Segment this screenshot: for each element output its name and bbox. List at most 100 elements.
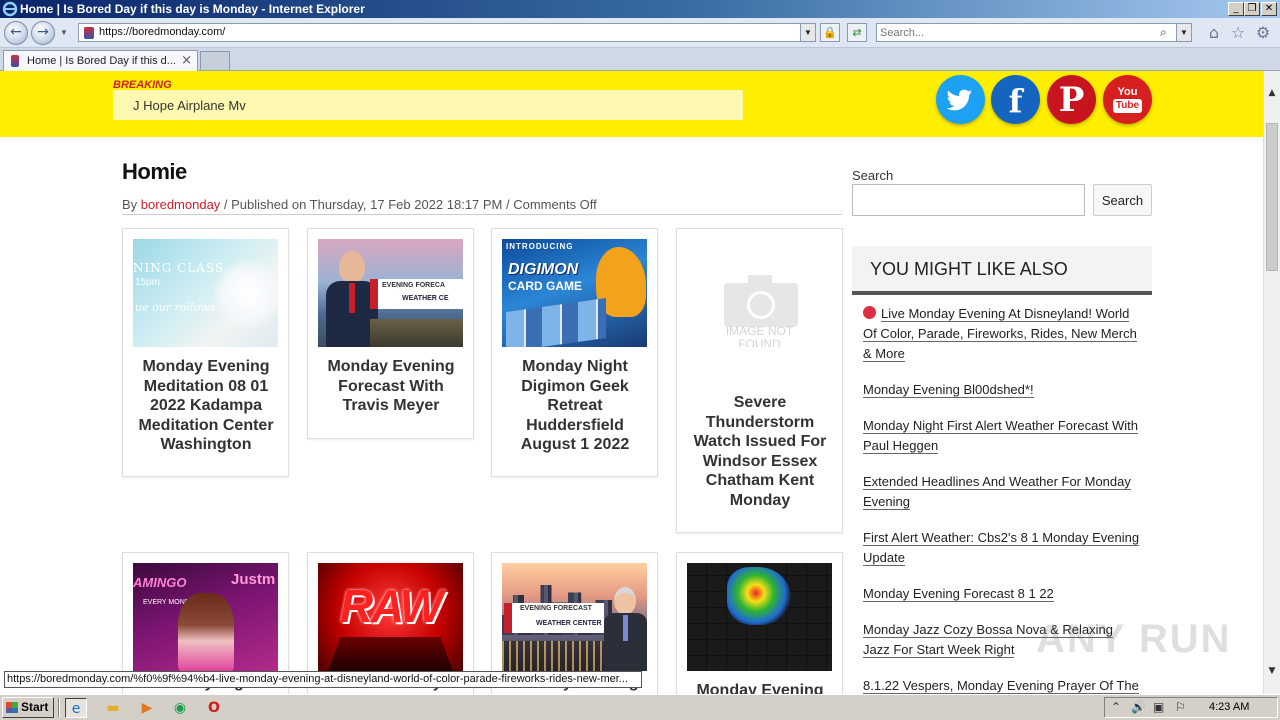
back-arrow-icon[interactable]: ←: [4, 21, 28, 45]
red-circle-icon: [863, 306, 876, 319]
related-link[interactable]: Monday Evening Forecast 8 1 22: [863, 584, 1143, 604]
scrollbar-thumb[interactable]: [1266, 123, 1278, 271]
card-packs-image: [506, 297, 606, 347]
post-card[interactable]: INTRODUCING DIGIMON CARD GAME Monday Nig…: [491, 228, 658, 477]
thumb-text: 15pm: [135, 277, 161, 288]
tab-active[interactable]: Home | Is Bored Day if this d... ×: [3, 50, 198, 71]
opera-icon[interactable]: O: [203, 698, 225, 718]
post-card-title[interactable]: Severe Thunderstorm Watch Issued For Win…: [685, 393, 835, 510]
taskbar-separator: [58, 698, 60, 717]
post-card-title[interactable]: Monday Night Digimon Geek Retreat Hudder…: [500, 357, 650, 455]
forecast-sign: EVENING FORECA WEATHER CE: [370, 279, 463, 309]
post-thumbnail[interactable]: INTRODUCING DIGIMON CARD GAME: [502, 239, 647, 347]
thumb-text: NING CLASS: [133, 261, 225, 275]
post-thumbnail[interactable]: IMAGE NOT FOUND: [687, 239, 832, 347]
tab-title[interactable]: Home | Is Bored Day if this d...: [27, 55, 179, 67]
vertical-scrollbar[interactable]: ▲ ▼: [1263, 71, 1280, 694]
thumb-text: ue our rollows: [135, 301, 216, 314]
city-lights-image: [502, 641, 604, 671]
restore-button[interactable]: ❐: [1244, 2, 1260, 16]
related-posts-heading: YOU MIGHT LIKE ALSO: [852, 246, 1152, 295]
browser-search-input[interactable]: [880, 25, 1150, 40]
post-thumbnail[interactable]: AMINGO Justm EVERY MONDAY: [133, 563, 278, 671]
thumb-text: CARD GAME: [508, 279, 582, 293]
start-button[interactable]: Start: [2, 697, 54, 718]
camera-icon: [724, 275, 798, 327]
post-card[interactable]: Monday Evening: [676, 552, 843, 694]
post-card[interactable]: EVENING FORECA WEATHER CE Monday Evening…: [307, 228, 474, 439]
site-favicon-icon: [84, 27, 94, 39]
lock-icon[interactable]: 🔒: [820, 23, 840, 42]
facebook-icon[interactable]: f: [991, 75, 1040, 124]
post-thumbnail[interactable]: RAW: [318, 563, 463, 671]
post-card-title[interactable]: Monday Evening Meditation 08 01 2022 Kad…: [131, 357, 281, 455]
related-link[interactable]: Monday Evening Bl00dshed*!: [863, 380, 1143, 400]
scroll-up-icon[interactable]: ▲: [1264, 85, 1280, 101]
post-card-title[interactable]: Monday Evening Forecast With Travis Meye…: [316, 357, 466, 416]
post-card[interactable]: NING CLASS 15pm ue our rollows Monday Ev…: [122, 228, 289, 477]
network-icon[interactable]: ▣: [1153, 700, 1164, 714]
singer-image: [178, 593, 234, 671]
related-link[interactable]: Extended Headlines And Weather For Monda…: [863, 472, 1143, 512]
volume-icon[interactable]: 🔊: [1131, 700, 1146, 714]
internet-explorer-icon: [2, 1, 18, 17]
window-titlebar: Home | Is Bored Day if this day is Monda…: [0, 0, 1280, 18]
folder-icon[interactable]: ▬: [102, 698, 124, 718]
internet-explorer-taskbar-icon[interactable]: e: [65, 698, 87, 718]
pinterest-icon[interactable]: P: [1047, 75, 1096, 124]
post-thumbnail[interactable]: EVENING FORECA WEATHER CE: [318, 239, 463, 347]
ticker-headline[interactable]: J Hope Airplane Mv: [133, 98, 246, 113]
search-button[interactable]: Search: [1093, 184, 1152, 216]
forward-arrow-icon[interactable]: →: [31, 21, 55, 45]
minimize-button[interactable]: _: [1228, 2, 1244, 16]
close-window-button[interactable]: ✕: [1261, 2, 1277, 16]
history-dropdown-icon[interactable]: ▼: [60, 28, 68, 37]
related-link[interactable]: Live Monday Evening At Disneyland! World…: [863, 304, 1143, 364]
address-url[interactable]: https://boredmonday.com/: [99, 26, 225, 38]
media-player-icon[interactable]: ▶: [136, 698, 158, 718]
related-link[interactable]: Monday Night First Alert Weather Forecas…: [863, 416, 1143, 456]
tab-bar: Home | Is Bored Day if this d... ×: [0, 48, 1280, 71]
twitter-bird-icon: [946, 89, 972, 111]
youtube-icon[interactable]: You Tube: [1103, 75, 1152, 124]
address-bar[interactable]: https://boredmonday.com/ ▼: [78, 23, 816, 42]
address-dropdown-icon[interactable]: ▼: [800, 24, 815, 41]
post-card-title[interactable]: Monday Evening: [685, 681, 835, 694]
refresh-icon[interactable]: ⇄: [847, 23, 867, 42]
presenter-image: [604, 587, 647, 671]
start-label: Start: [21, 700, 49, 714]
gear-icon[interactable]: ⚙: [1254, 24, 1272, 42]
thumb-text: INTRODUCING: [506, 242, 574, 251]
author-link[interactable]: boredmonday: [141, 197, 221, 212]
home-icon[interactable]: ⌂: [1205, 24, 1223, 42]
storm-cell-image: [727, 567, 791, 625]
new-tab-button[interactable]: [200, 51, 230, 70]
related-link[interactable]: 8.1.22 Vespers, Monday Evening Prayer Of…: [863, 676, 1143, 694]
action-center-flag-icon[interactable]: ⚐: [1175, 700, 1186, 714]
favorites-star-icon[interactable]: ☆: [1229, 24, 1247, 42]
image-not-found-text: IMAGE NOT FOUND: [725, 324, 794, 348]
meta-date: / Published on Thursday, 17 Feb 2022 18:…: [220, 197, 597, 212]
search-dropdown-icon[interactable]: ▼: [1176, 24, 1191, 41]
related-link[interactable]: First Alert Weather: Cbs2's 8 1 Monday E…: [863, 528, 1143, 568]
section-title: YOU MIGHT LIKE ALSO: [870, 259, 1068, 279]
status-bar-url: https://boredmonday.com/%f0%9f%94%b4-liv…: [4, 671, 642, 688]
close-tab-icon[interactable]: ×: [181, 53, 192, 68]
sidebar-search-input[interactable]: [852, 184, 1085, 216]
post-thumbnail[interactable]: EVENING FORECAST WEATHER CENTER: [502, 563, 647, 671]
sidebar-search-label: Search: [852, 168, 894, 183]
chrome-icon[interactable]: ◉: [169, 698, 191, 718]
post-thumbnail[interactable]: [687, 563, 832, 671]
youtube-logo-bottom: Tube: [1113, 99, 1142, 113]
browser-search-box[interactable]: ⌕ ▼: [876, 23, 1192, 42]
stage-image: [328, 637, 453, 671]
scroll-down-icon[interactable]: ▼: [1264, 663, 1280, 679]
twitter-icon[interactable]: [936, 75, 985, 124]
post-thumbnail[interactable]: NING CLASS 15pm ue our rollows: [133, 239, 278, 347]
news-ticker[interactable]: J Hope Airplane Mv: [113, 90, 743, 120]
post-card[interactable]: IMAGE NOT FOUND Severe Thunderstorm Watch…: [676, 228, 843, 533]
youtube-logo-top: You: [1117, 86, 1138, 98]
taskbar-clock[interactable]: 4:23 AM: [1209, 701, 1249, 713]
search-icon[interactable]: ⌕: [1160, 25, 1167, 40]
tray-expand-icon[interactable]: ⌃: [1111, 700, 1121, 714]
